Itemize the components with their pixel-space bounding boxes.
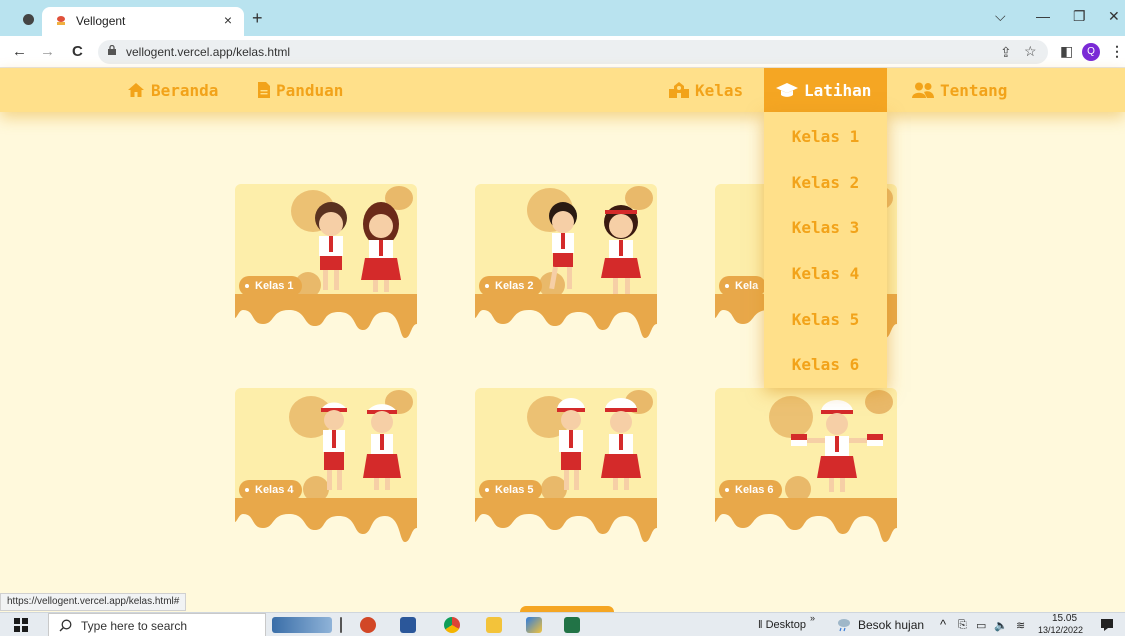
profile-avatar[interactable]: Q: [1082, 43, 1100, 61]
browser-menu-icon[interactable]: ⋮: [1110, 43, 1124, 60]
kelas-4-card[interactable]: Kelas 4: [235, 388, 417, 548]
dropdown-item-kelas-2[interactable]: Kelas 2: [764, 173, 887, 192]
nav-kelas[interactable]: Kelas: [669, 68, 743, 112]
browser-toolbar: ← → C vellogent.vercel.app/kelas.html ⇪ …: [0, 36, 1125, 68]
profile-icon[interactable]: [23, 14, 34, 25]
document-icon: [258, 82, 270, 98]
windows-taskbar: Type here to search ‖ Desktop » Besok hu…: [0, 612, 1125, 636]
dropdown-item-kelas-5[interactable]: Kelas 5: [764, 310, 887, 329]
word-icon[interactable]: [400, 617, 416, 633]
tray-app-icon[interactable]: ⎘: [958, 619, 967, 632]
tab-title: Vellogent: [76, 14, 126, 28]
windows-start-icon[interactable]: [14, 618, 28, 632]
forward-button[interactable]: →: [40, 43, 55, 60]
desktop-label: Desktop: [765, 619, 806, 631]
drip-decoration: [235, 294, 417, 338]
notification-icon[interactable]: [1100, 618, 1114, 632]
browser-tab-strip: Vellogent × + ⌵ — ❐ ✕: [0, 0, 1125, 36]
nav-panduan[interactable]: Panduan: [258, 68, 343, 112]
users-icon: [912, 82, 934, 98]
latihan-dropdown-menu: Kelas 1 Kelas 2 Kelas 3 Kelas 4 Kelas 5 …: [764, 112, 887, 388]
students-illustration: [321, 402, 401, 490]
drip-decoration: [475, 294, 657, 338]
wifi-icon[interactable]: ≋: [1016, 619, 1025, 632]
site-navbar: Beranda Panduan Kelas Latihan Tentang: [0, 68, 1125, 112]
tab-close-icon[interactable]: ×: [224, 12, 232, 28]
card-label: Kelas 5: [479, 480, 542, 500]
powerpoint-icon[interactable]: [360, 617, 376, 633]
students-illustration: [557, 398, 641, 490]
students-illustration: [549, 202, 641, 294]
nav-panduan-label: Panduan: [276, 80, 344, 100]
card-label: Kela: [719, 276, 767, 296]
drip-decoration: [475, 498, 657, 542]
drip-decoration: [715, 498, 897, 542]
kelas-6-card[interactable]: Kelas 6: [715, 388, 897, 548]
file-explorer-icon[interactable]: [486, 617, 502, 633]
student-with-flags-illustration: [791, 400, 883, 492]
tab-search-icon[interactable]: ⌵: [995, 8, 1006, 25]
close-window-button[interactable]: ✕: [1108, 8, 1120, 25]
nav-beranda-label: Beranda: [151, 80, 219, 100]
home-icon: [128, 83, 144, 97]
search-placeholder: Type here to search: [81, 619, 188, 633]
restore-button[interactable]: ❐: [1073, 8, 1086, 25]
card-label: Kelas 2: [479, 276, 542, 296]
nav-beranda[interactable]: Beranda: [127, 68, 218, 112]
address-bar[interactable]: vellogent.vercel.app/kelas.html ⇪ ☆: [98, 40, 1048, 64]
weather-text[interactable]: Besok hujan: [858, 618, 924, 632]
students-illustration: [315, 202, 401, 292]
taskbar-app-icon[interactable]: [526, 617, 542, 633]
nav-tentang-label: Tentang: [940, 80, 1008, 100]
card-label: Kelas 6: [719, 480, 782, 500]
kelas-2-card[interactable]: Kelas 2: [475, 184, 657, 344]
share-icon[interactable]: ⇪: [1000, 44, 1012, 61]
battery-icon[interactable]: ▭: [976, 619, 986, 632]
lock-icon: [108, 45, 116, 55]
url-text: vellogent.vercel.app/kelas.html: [126, 45, 291, 59]
side-panel-icon[interactable]: ◧: [1060, 43, 1073, 60]
card-label: Kelas 1: [239, 276, 302, 296]
taskbar-separator: [340, 617, 342, 633]
reload-button[interactable]: C: [72, 43, 83, 60]
taskbar-search-box[interactable]: Type here to search: [48, 613, 266, 636]
kelas-5-card[interactable]: Kelas 5: [475, 388, 657, 548]
clock-time[interactable]: 15.05: [1052, 613, 1077, 624]
tray-chevron-up-icon[interactable]: ^: [940, 617, 946, 632]
dropdown-item-kelas-4[interactable]: Kelas 4: [764, 264, 887, 283]
kelas-1-card[interactable]: Kelas 1: [235, 184, 417, 344]
desktop-toolbar[interactable]: ‖ Desktop: [758, 619, 806, 631]
nav-kelas-label: Kelas: [695, 80, 744, 100]
card-label: Kelas 4: [239, 480, 302, 500]
link-status-bar: https://vellogent.vercel.app/kelas.html#: [0, 593, 187, 611]
graduation-cap-icon: [776, 83, 798, 97]
search-icon: [59, 619, 72, 632]
browser-tab[interactable]: Vellogent ×: [42, 7, 244, 36]
favicon-icon: [57, 16, 65, 25]
dropdown-item-kelas-1[interactable]: Kelas 1: [764, 127, 887, 146]
taskbar-app-preview-icon[interactable]: [272, 617, 332, 633]
minimize-button[interactable]: —: [1036, 8, 1050, 24]
dropdown-item-kelas-6[interactable]: Kelas 6: [764, 355, 887, 374]
school-icon: [669, 82, 689, 98]
weather-rain-icon[interactable]: [836, 618, 852, 632]
dropdown-item-kelas-3[interactable]: Kelas 3: [764, 218, 887, 237]
excel-icon[interactable]: [564, 617, 580, 633]
nav-latihan-label: Latihan: [804, 80, 872, 100]
drip-decoration: [235, 498, 417, 542]
volume-icon[interactable]: 🔈: [994, 619, 1008, 632]
bookmark-star-icon[interactable]: ☆: [1024, 43, 1037, 60]
clock-date[interactable]: 13/12/2022: [1038, 625, 1083, 635]
back-button[interactable]: ←: [12, 43, 27, 60]
nav-latihan[interactable]: Latihan: [764, 68, 887, 112]
chrome-icon[interactable]: [444, 617, 460, 633]
nav-tentang[interactable]: Tentang: [912, 68, 1007, 112]
toolbar-chevron-icon[interactable]: »: [810, 613, 815, 623]
new-tab-button[interactable]: +: [252, 8, 263, 29]
